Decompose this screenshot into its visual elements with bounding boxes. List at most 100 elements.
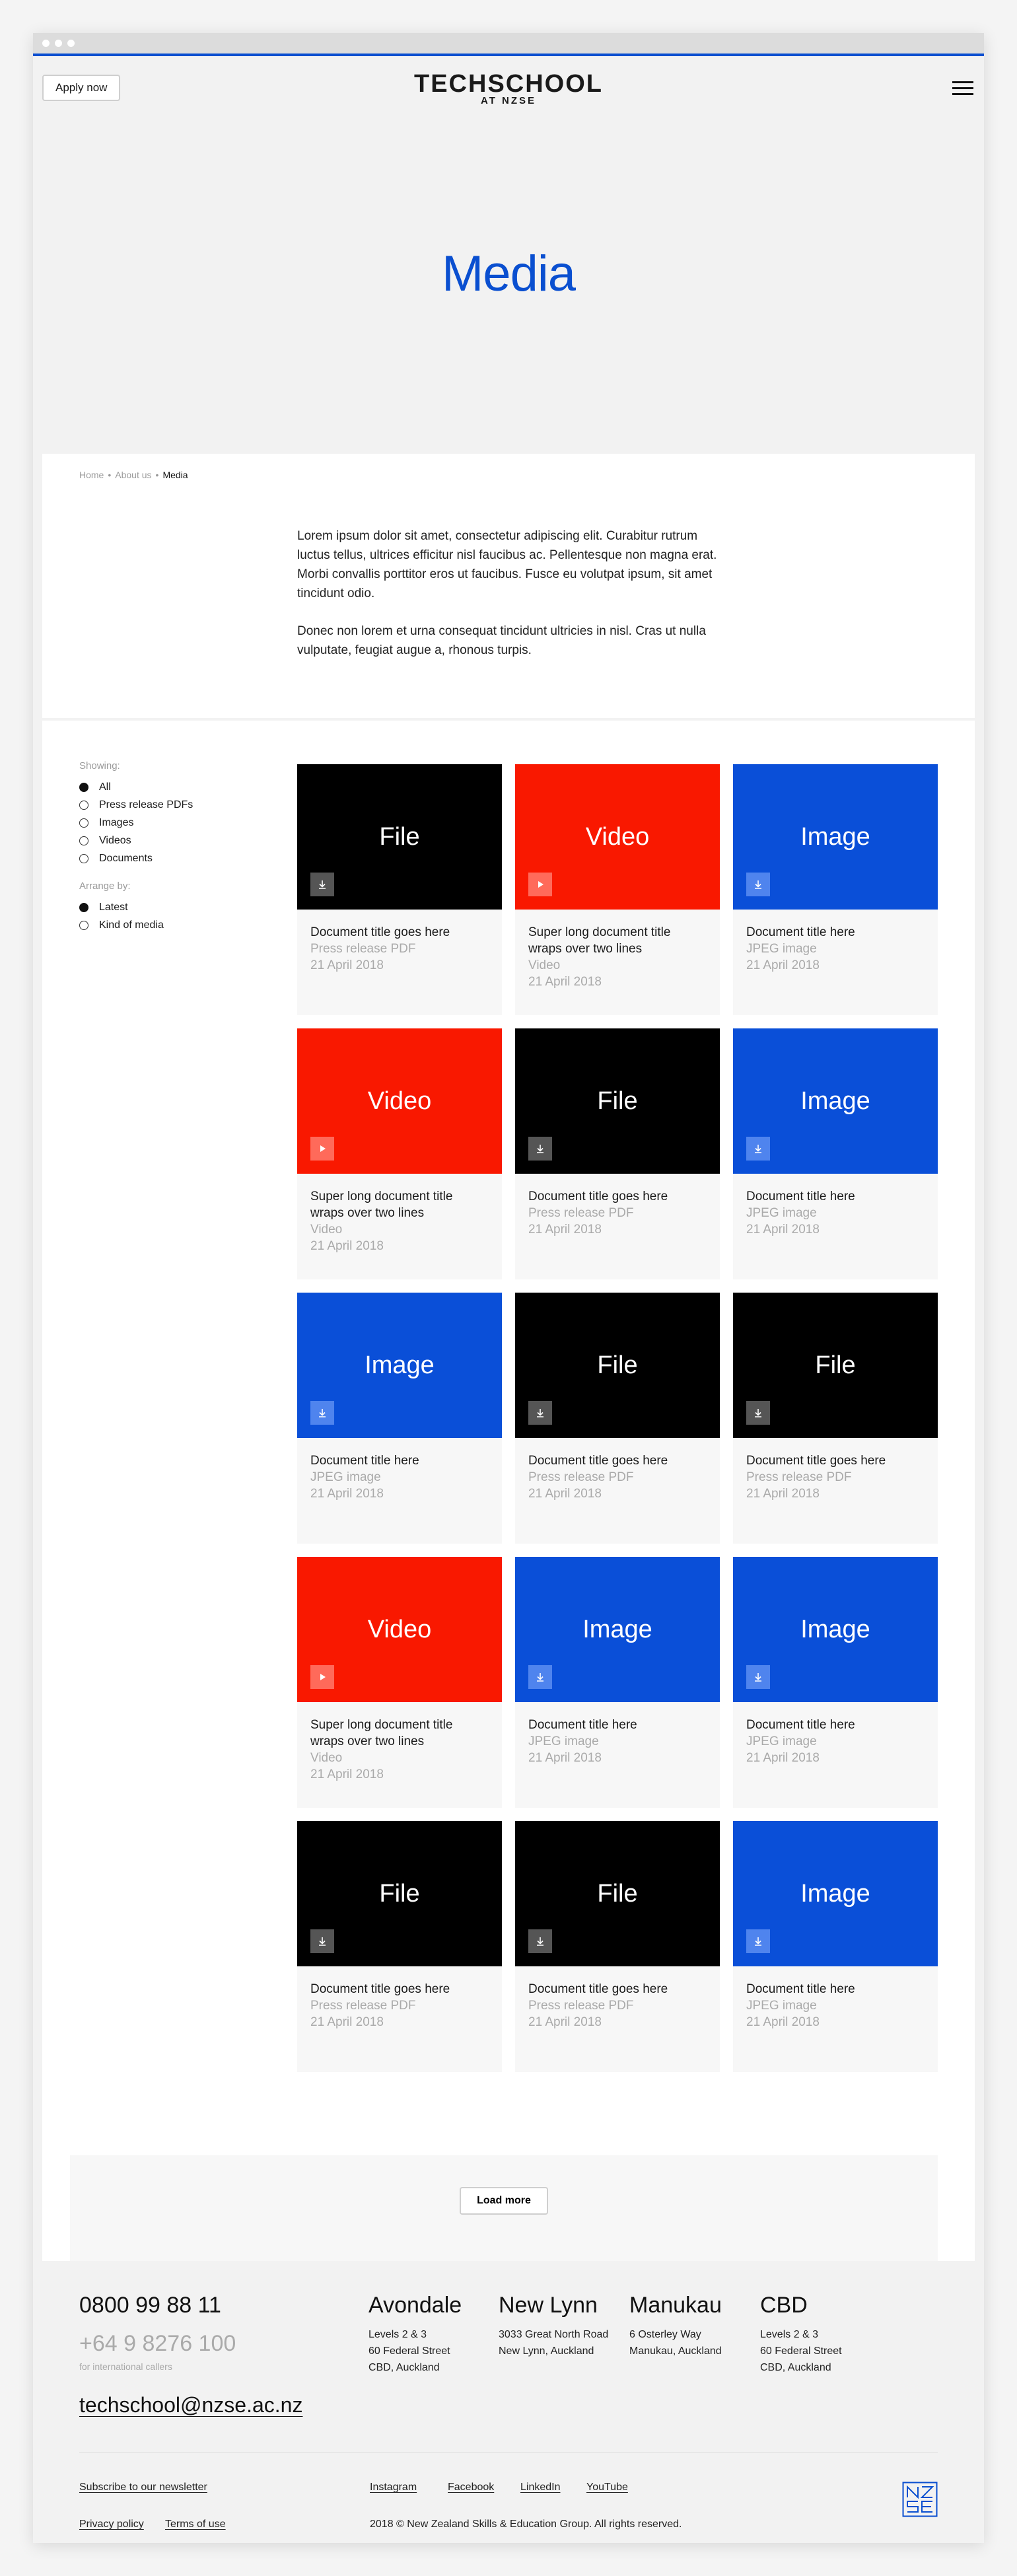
page-title: Media (442, 245, 576, 302)
media-title[interactable]: Super long document title wraps over two… (310, 1188, 489, 1221)
media-card[interactable]: Video Super long document title wraps ove… (297, 1028, 502, 1279)
download-icon[interactable] (310, 1929, 334, 1953)
instagram-link[interactable]: Instagram (370, 2482, 417, 2493)
location-name: CBD (760, 2293, 808, 2318)
download-icon[interactable] (746, 1665, 770, 1689)
radio-icon[interactable] (79, 853, 88, 863)
media-thumbnail[interactable]: File (297, 764, 502, 910)
media-card[interactable]: File Document title goes here Press releas… (515, 1028, 720, 1279)
footer-phone-intl[interactable]: +64 9 8276 100 (79, 2331, 236, 2357)
download-icon[interactable] (746, 1929, 770, 1953)
radio-icon[interactable] (79, 902, 88, 912)
footer-phone[interactable]: 0800 99 88 11 (79, 2293, 221, 2318)
media-thumbnail[interactable]: File (297, 1821, 502, 1966)
radio-icon[interactable] (79, 818, 88, 828)
media-title[interactable]: Document title here (310, 1452, 489, 1469)
linkedin-link[interactable]: LinkedIn (520, 2482, 561, 2493)
media-title[interactable]: Document title goes here (310, 1981, 489, 1997)
media-thumbnail[interactable]: Image (515, 1557, 720, 1702)
media-card[interactable]: Image Document title here JPEG image 21 Apr… (733, 1028, 938, 1279)
radio-icon[interactable] (79, 782, 88, 792)
privacy-policy-link[interactable]: Privacy policy (79, 2519, 144, 2530)
window-dot[interactable] (67, 40, 75, 47)
media-title[interactable]: Document title here (746, 924, 925, 941)
media-card[interactable]: Video Super long document title wraps ove… (297, 1557, 502, 1808)
media-card[interactable]: Image Document title here JPEG image 21 Apr… (733, 1821, 938, 2072)
media-title[interactable]: Document title goes here (528, 1981, 707, 1997)
download-icon[interactable] (746, 1401, 770, 1425)
newsletter-link[interactable]: Subscribe to our newsletter (79, 2482, 207, 2493)
media-kind: JPEG image (310, 1470, 381, 1484)
download-icon[interactable] (746, 1137, 770, 1161)
media-thumbnail[interactable]: Image (733, 764, 938, 910)
media-title[interactable]: Document title goes here (310, 924, 489, 941)
radio-icon[interactable] (79, 920, 88, 930)
media-card[interactable]: File Document title goes here Press releas… (733, 1293, 938, 1544)
play-icon[interactable] (528, 873, 552, 896)
play-icon[interactable] (310, 1665, 334, 1689)
media-card[interactable]: Image Document title here JPEG image 21 Apr… (733, 1557, 938, 1808)
media-title[interactable]: Document title here (746, 1717, 925, 1733)
showing-option[interactable]: Videos (79, 832, 244, 849)
breadcrumb-about[interactable]: About us (115, 470, 151, 480)
media-thumbnail[interactable]: Image (733, 1821, 938, 1966)
media-title[interactable]: Document title goes here (528, 1188, 707, 1205)
download-icon[interactable] (746, 873, 770, 896)
showing-option[interactable]: Images (79, 814, 244, 832)
media-kind: Press release PDF (310, 942, 416, 956)
media-title[interactable]: Super long document title wraps over two… (310, 1717, 489, 1750)
youtube-link[interactable]: YouTube (586, 2482, 628, 2493)
terms-of-use-link[interactable]: Terms of use (165, 2519, 226, 2530)
media-thumbnail[interactable]: Image (733, 1028, 938, 1174)
download-icon[interactable] (528, 1137, 552, 1161)
showing-option[interactable]: All (79, 778, 244, 796)
showing-option[interactable]: Documents (79, 849, 244, 867)
media-title[interactable]: Document title goes here (746, 1452, 925, 1469)
media-thumbnail[interactable]: File (515, 1028, 720, 1174)
hamburger-menu-icon[interactable] (952, 81, 973, 97)
media-card[interactable]: File Document title goes here Press releas… (515, 1821, 720, 2072)
media-thumbnail[interactable]: Video (515, 764, 720, 910)
media-thumbnail[interactable]: File (733, 1293, 938, 1438)
media-title[interactable]: Document title here (746, 1188, 925, 1205)
breadcrumb-home[interactable]: Home (79, 470, 104, 480)
facebook-link[interactable]: Facebook (448, 2482, 494, 2493)
download-icon[interactable] (528, 1401, 552, 1425)
media-thumbnail[interactable]: Video (297, 1557, 502, 1702)
media-kind: Press release PDF (746, 1470, 852, 1484)
download-icon[interactable] (310, 873, 334, 896)
copyright-text: 2018 © New Zealand Skills & Education Gr… (370, 2519, 682, 2530)
media-thumbnail[interactable]: Video (297, 1028, 502, 1174)
arrange-option[interactable]: Latest (79, 898, 244, 916)
window-dot[interactable] (55, 40, 62, 47)
nzse-logo-icon[interactable] (902, 2482, 938, 2517)
arrange-option-label: Kind of media (99, 919, 164, 931)
media-title[interactable]: Super long document title wraps over two… (528, 924, 707, 957)
download-icon[interactable] (528, 1929, 552, 1953)
download-icon[interactable] (310, 1401, 334, 1425)
media-title[interactable]: Document title goes here (528, 1452, 707, 1469)
media-card[interactable]: File Document title goes here Press releas… (297, 764, 502, 1015)
site-logo[interactable]: TECHSCHOOL AT NZSE (33, 71, 984, 106)
media-card[interactable]: Video Super long document title wraps ove… (515, 764, 720, 1015)
media-card[interactable]: Image Document title here JPEG image 21 Apr… (733, 764, 938, 1015)
download-icon[interactable] (528, 1665, 552, 1689)
window-dot[interactable] (42, 40, 50, 47)
media-thumbnail[interactable]: File (515, 1821, 720, 1966)
media-thumbnail[interactable]: File (515, 1293, 720, 1438)
arrange-option[interactable]: Kind of media (79, 916, 244, 934)
media-card[interactable]: File Document title goes here Press releas… (297, 1821, 502, 2072)
media-card[interactable]: File Document title goes here Press releas… (515, 1293, 720, 1544)
media-thumbnail[interactable]: Image (297, 1293, 502, 1438)
media-card[interactable]: Image Document title here JPEG image 21 Apr… (515, 1557, 720, 1808)
media-thumbnail[interactable]: Image (733, 1557, 938, 1702)
media-title[interactable]: Document title here (746, 1981, 925, 1997)
showing-option[interactable]: Press release PDFs (79, 796, 244, 814)
radio-icon[interactable] (79, 836, 88, 845)
radio-icon[interactable] (79, 800, 88, 810)
play-icon[interactable] (310, 1137, 334, 1161)
load-more-button[interactable]: Load more (460, 2187, 548, 2215)
media-title[interactable]: Document title here (528, 1717, 707, 1733)
media-card[interactable]: Image Document title here JPEG image 21 Apr… (297, 1293, 502, 1544)
footer-email-link[interactable]: techschool@nzse.ac.nz (79, 2393, 302, 2417)
